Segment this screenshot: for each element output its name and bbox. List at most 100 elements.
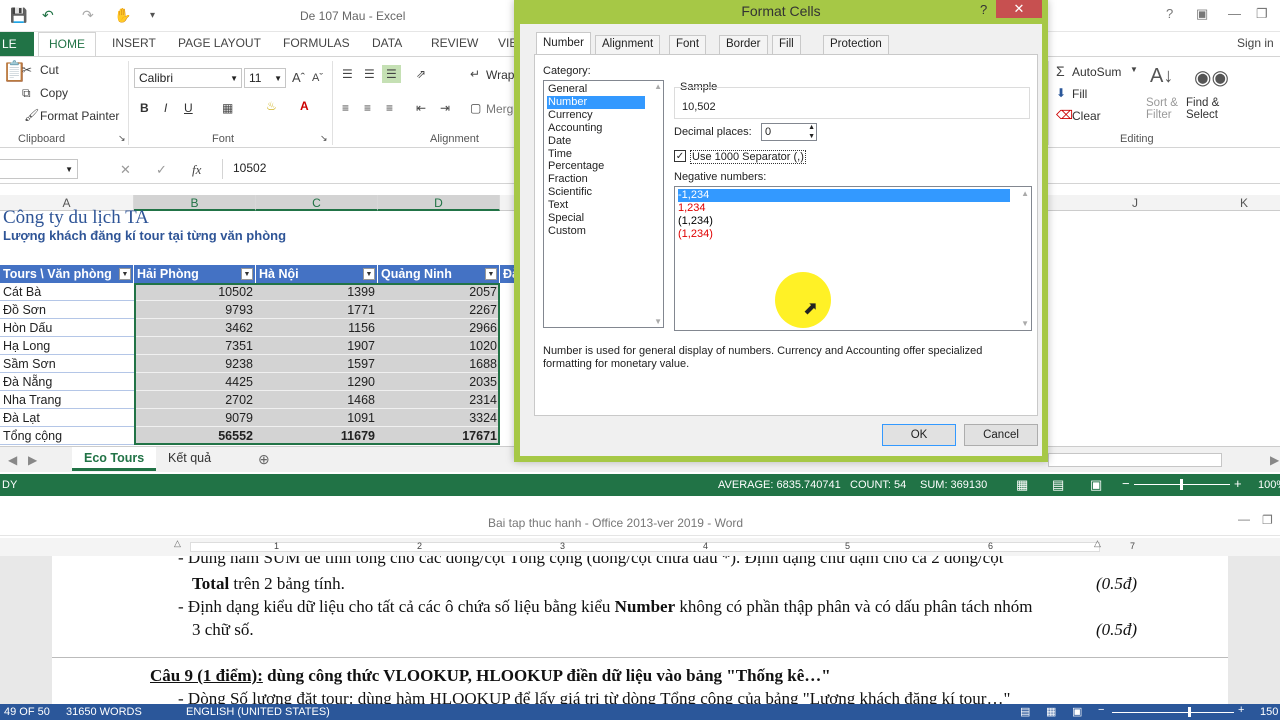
shrink-font-icon[interactable]: Aˇ: [312, 72, 323, 84]
italic-button[interactable]: I: [164, 101, 167, 115]
horizontal-scrollbar[interactable]: [1048, 453, 1222, 467]
sort-filter-button[interactable]: Sort & Filter: [1146, 97, 1186, 121]
fill-color-icon[interactable]: ♨: [266, 99, 277, 113]
print-layout-icon[interactable]: ▦: [1046, 705, 1056, 718]
negative-numbers-list[interactable]: ▲ ▼ -1,234 1,234 (1,234) (1,234): [674, 186, 1032, 331]
decrease-indent-icon[interactable]: ⇤: [416, 101, 426, 115]
redo-icon[interactable]: ↷: [82, 7, 94, 24]
clipboard-launcher-icon[interactable]: ↘: [118, 133, 126, 144]
copy-button[interactable]: Copy: [40, 86, 68, 100]
autosum-button[interactable]: AutoSum: [1072, 65, 1121, 79]
category-item[interactable]: General: [547, 83, 588, 96]
fill-button[interactable]: Fill: [1072, 87, 1087, 101]
font-launcher-icon[interactable]: ↘: [320, 133, 328, 144]
category-item[interactable]: Text: [547, 199, 569, 212]
category-list[interactable]: ▲ ▼ General Number Currency Accounting Date T…: [543, 80, 664, 328]
scroll-left-icon[interactable]: ◀: [8, 453, 17, 467]
document-page[interactable]: - Dùng hàm SUM để tính tổng cho các dòng…: [52, 556, 1228, 704]
table-header-cell[interactable]: Hà Nội ▼: [256, 265, 378, 283]
column-header-b[interactable]: B: [134, 195, 256, 211]
align-center-icon[interactable]: ≡: [364, 101, 371, 115]
zoom-slider-thumb[interactable]: [1180, 479, 1183, 490]
table-cell[interactable]: 1907: [256, 337, 378, 355]
column-header-k[interactable]: K: [1240, 196, 1248, 210]
table-cell[interactable]: 1091: [256, 409, 378, 427]
negative-format-option[interactable]: (1,234): [678, 215, 713, 228]
right-indent-marker-icon[interactable]: △: [1094, 538, 1101, 549]
borders-icon[interactable]: ▦: [222, 101, 233, 115]
minimize-icon[interactable]: —: [1228, 6, 1241, 21]
cancel-icon[interactable]: ✕: [120, 162, 131, 178]
table-title-cell[interactable]: Lượng khách đăng kí tour tại từng văn ph…: [0, 227, 289, 245]
align-right-icon[interactable]: ≡: [386, 101, 393, 115]
help-button[interactable]: ?: [980, 2, 987, 17]
tab-protection[interactable]: Protection: [823, 35, 889, 54]
font-size-select[interactable]: 11 ▼: [244, 68, 286, 88]
table-row-label[interactable]: Sầm Sơn: [0, 355, 134, 373]
tab-page-layout[interactable]: PAGE LAYOUT: [178, 36, 261, 50]
ribbon-options-icon[interactable]: ▣: [1196, 6, 1208, 22]
save-icon[interactable]: 💾: [10, 7, 27, 24]
add-sheet-icon[interactable]: ⊕: [258, 451, 270, 468]
table-header-cell[interactable]: Tours \ Văn phòng ▼: [0, 265, 134, 283]
align-left-icon[interactable]: ≡: [342, 101, 349, 115]
category-item[interactable]: Date: [547, 135, 572, 148]
table-cell[interactable]: 1597: [256, 355, 378, 373]
filter-dropdown-icon[interactable]: ▼: [241, 268, 253, 280]
table-cell[interactable]: 9079: [134, 409, 256, 427]
category-item[interactable]: Fraction: [547, 173, 589, 186]
tab-border[interactable]: Border: [719, 35, 768, 54]
column-header-j[interactable]: J: [1132, 196, 1138, 210]
table-cell[interactable]: 10502: [134, 283, 256, 301]
word-zoom-thumb[interactable]: [1188, 707, 1191, 717]
wrap-text-button[interactable]: Wrap: [486, 68, 514, 82]
page-break-view-icon[interactable]: ▣: [1090, 477, 1102, 493]
category-item[interactable]: Time: [547, 148, 573, 161]
bold-button[interactable]: B: [140, 101, 149, 115]
read-mode-icon[interactable]: ▤: [1020, 705, 1030, 718]
underline-button[interactable]: U: [184, 101, 193, 115]
table-cell[interactable]: 2267: [378, 301, 500, 319]
filter-dropdown-icon[interactable]: ▼: [363, 268, 375, 280]
tab-alignment[interactable]: Alignment: [595, 35, 661, 54]
company-title-cell[interactable]: Công ty du lịch TA: [0, 207, 152, 229]
tab-font[interactable]: Font: [669, 35, 707, 54]
table-cell[interactable]: 2057: [378, 283, 500, 301]
category-item[interactable]: Special: [547, 212, 585, 225]
undo-icon[interactable]: ↶: [42, 7, 54, 24]
table-cell[interactable]: 1399: [256, 283, 378, 301]
column-header-c[interactable]: C: [256, 195, 378, 211]
enter-icon[interactable]: ✓: [156, 162, 167, 178]
minimize-icon[interactable]: —: [1238, 512, 1250, 526]
table-cell[interactable]: 1290: [256, 373, 378, 391]
table-header-cell[interactable]: Hải Phòng ▼: [134, 265, 256, 283]
table-cell[interactable]: 2702: [134, 391, 256, 409]
top-align-icon[interactable]: ☰: [342, 67, 353, 81]
table-cell[interactable]: 3462: [134, 319, 256, 337]
tab-data[interactable]: DATA: [372, 36, 402, 50]
page-layout-view-icon[interactable]: ▤: [1052, 477, 1064, 493]
table-cell[interactable]: 1156: [256, 319, 378, 337]
category-item[interactable]: Custom: [547, 225, 587, 238]
total-cell[interactable]: 56552: [134, 427, 256, 445]
total-cell[interactable]: 11679: [256, 427, 378, 445]
merge-button[interactable]: Merg: [486, 102, 513, 116]
table-row-label[interactable]: Đồ Sơn: [0, 301, 134, 319]
help-icon[interactable]: ?: [1166, 6, 1173, 21]
sheet-tab-eco-tours[interactable]: Eco Tours: [72, 447, 157, 471]
table-row-label[interactable]: Đà Lạt: [0, 409, 134, 427]
table-cell[interactable]: 2314: [378, 391, 500, 409]
customize-qat-icon[interactable]: ▾: [150, 10, 155, 21]
negative-format-option[interactable]: -1,234: [678, 189, 1010, 202]
sheet-tab-ket-qua[interactable]: Kết quả: [156, 447, 223, 471]
tab-review[interactable]: REVIEW: [431, 36, 478, 50]
table-cell[interactable]: 2035: [378, 373, 500, 391]
restore-icon[interactable]: ❐: [1262, 513, 1273, 527]
ok-button[interactable]: OK: [882, 424, 956, 446]
table-cell[interactable]: 7351: [134, 337, 256, 355]
table-cell[interactable]: 2966: [378, 319, 500, 337]
ruler[interactable]: △ △ 1 2 3 4 5 6 7: [0, 538, 1280, 556]
table-row-label[interactable]: Hòn Dấu: [0, 319, 134, 337]
tab-number[interactable]: Number: [536, 32, 591, 55]
spin-up-icon[interactable]: ▲: [808, 124, 815, 131]
